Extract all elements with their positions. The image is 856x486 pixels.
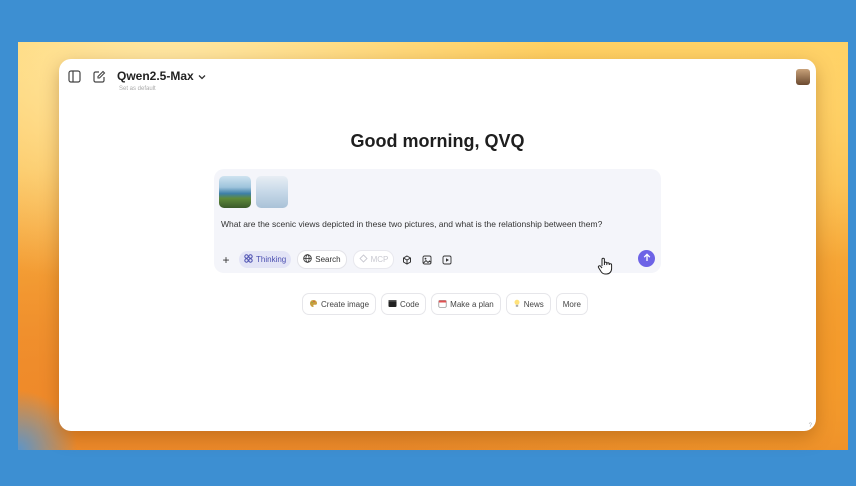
model-selector[interactable]: Qwen2.5-Max	[117, 69, 206, 83]
greeting-title: Good morning, QVQ	[350, 131, 525, 151]
resize-handle-icon[interactable]: ?	[809, 423, 812, 429]
suggestion-label: News	[523, 299, 544, 309]
image-icon[interactable]	[420, 251, 434, 268]
hand-cursor-icon	[597, 257, 613, 278]
chevron-down-icon	[198, 69, 206, 83]
thinking-label: Thinking	[256, 255, 287, 264]
add-attachment-button[interactable]: +	[219, 251, 233, 268]
attached-image-2[interactable]	[256, 176, 288, 208]
avatar[interactable]	[796, 69, 810, 85]
new-chat-icon[interactable]	[92, 69, 106, 83]
cube-icon[interactable]	[400, 251, 414, 268]
model-subtitle[interactable]: Set as default	[119, 86, 156, 92]
code-icon	[388, 299, 397, 310]
video-icon[interactable]	[440, 251, 454, 268]
prompt-input[interactable]: What are the scenic views depicted in th…	[221, 219, 602, 229]
suggestion-label: Code	[400, 299, 420, 309]
suggestion-label: More	[562, 299, 581, 309]
lightbulb-icon	[513, 299, 521, 310]
attached-image-1[interactable]	[219, 176, 251, 208]
app-window: Qwen2.5-Max Set as default Good morning,…	[59, 59, 816, 431]
suggestion-code[interactable]: Code	[381, 293, 427, 315]
suggestion-label: Make a plan	[450, 299, 494, 309]
arrow-up-icon	[643, 252, 651, 265]
suggestion-make-a-plan[interactable]: Make a plan	[431, 293, 501, 315]
mcp-icon	[358, 254, 368, 265]
suggestion-label: Create image	[321, 299, 370, 309]
send-button[interactable]	[638, 250, 655, 267]
calendar-icon	[438, 299, 447, 310]
search-toggle[interactable]: Search	[297, 250, 347, 269]
mcp-label: MCP	[370, 255, 389, 264]
search-label: Search	[315, 255, 341, 264]
suggestion-news[interactable]: News	[505, 293, 551, 315]
composer-toolbar: + Thinking Search MCP	[219, 250, 454, 269]
mcp-toggle[interactable]: MCP	[352, 250, 395, 269]
suggestion-more[interactable]: More	[555, 293, 588, 315]
globe-icon	[303, 254, 312, 265]
sidebar-toggle-icon[interactable]	[67, 69, 81, 83]
suggestion-create-image[interactable]: Create image	[302, 293, 377, 315]
atom-icon	[244, 254, 253, 265]
palette-icon	[309, 299, 318, 310]
model-name: Qwen2.5-Max	[117, 69, 194, 83]
composer: What are the scenic views depicted in th…	[214, 169, 661, 273]
thinking-toggle[interactable]: Thinking	[239, 251, 292, 268]
suggestion-chips: Create image Code Make a plan News More	[302, 293, 588, 315]
